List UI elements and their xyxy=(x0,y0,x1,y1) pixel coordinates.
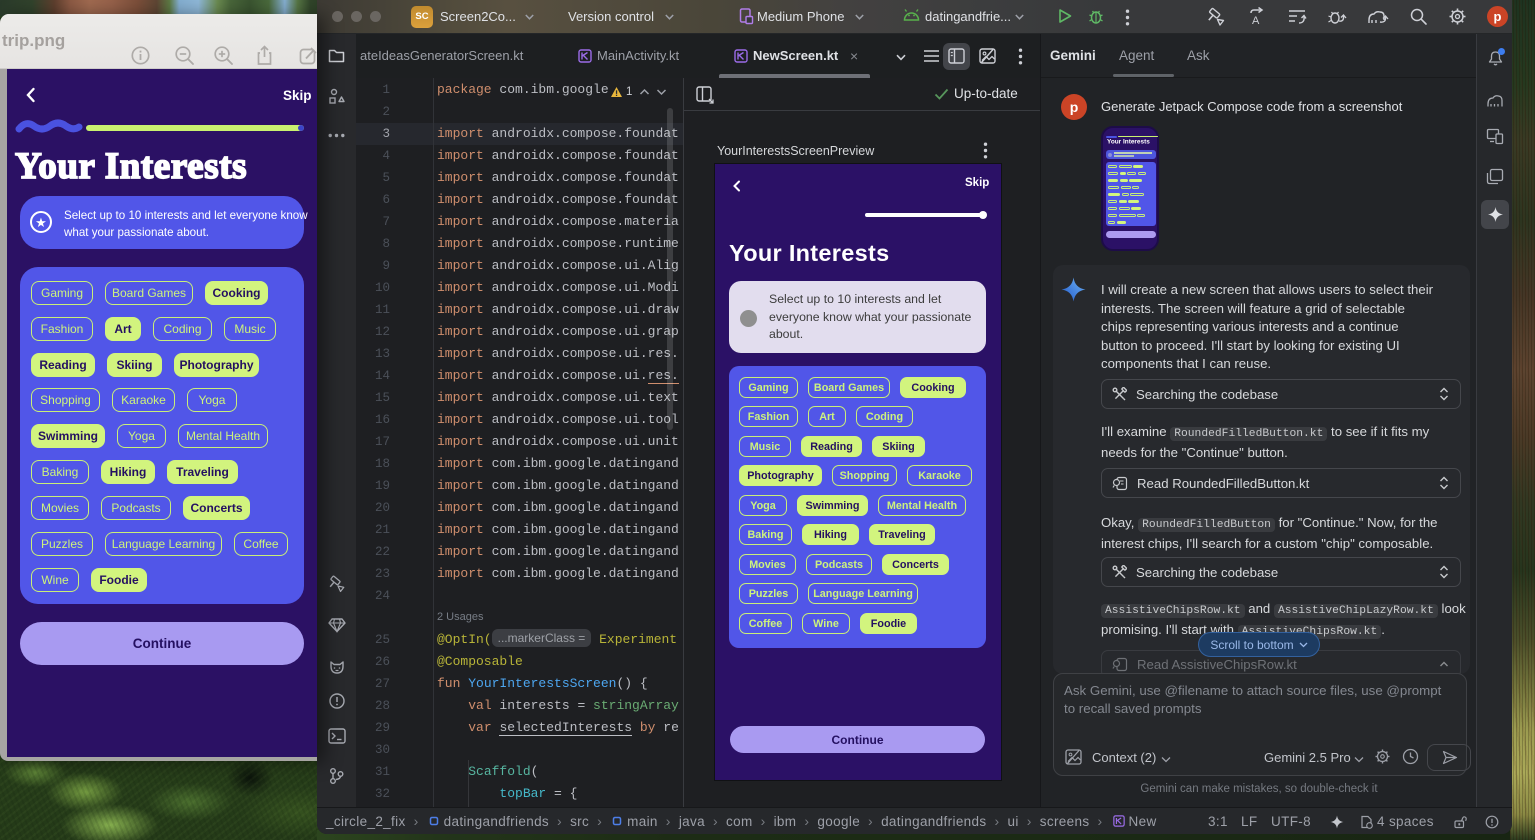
svg-text:A: A xyxy=(1252,15,1260,27)
